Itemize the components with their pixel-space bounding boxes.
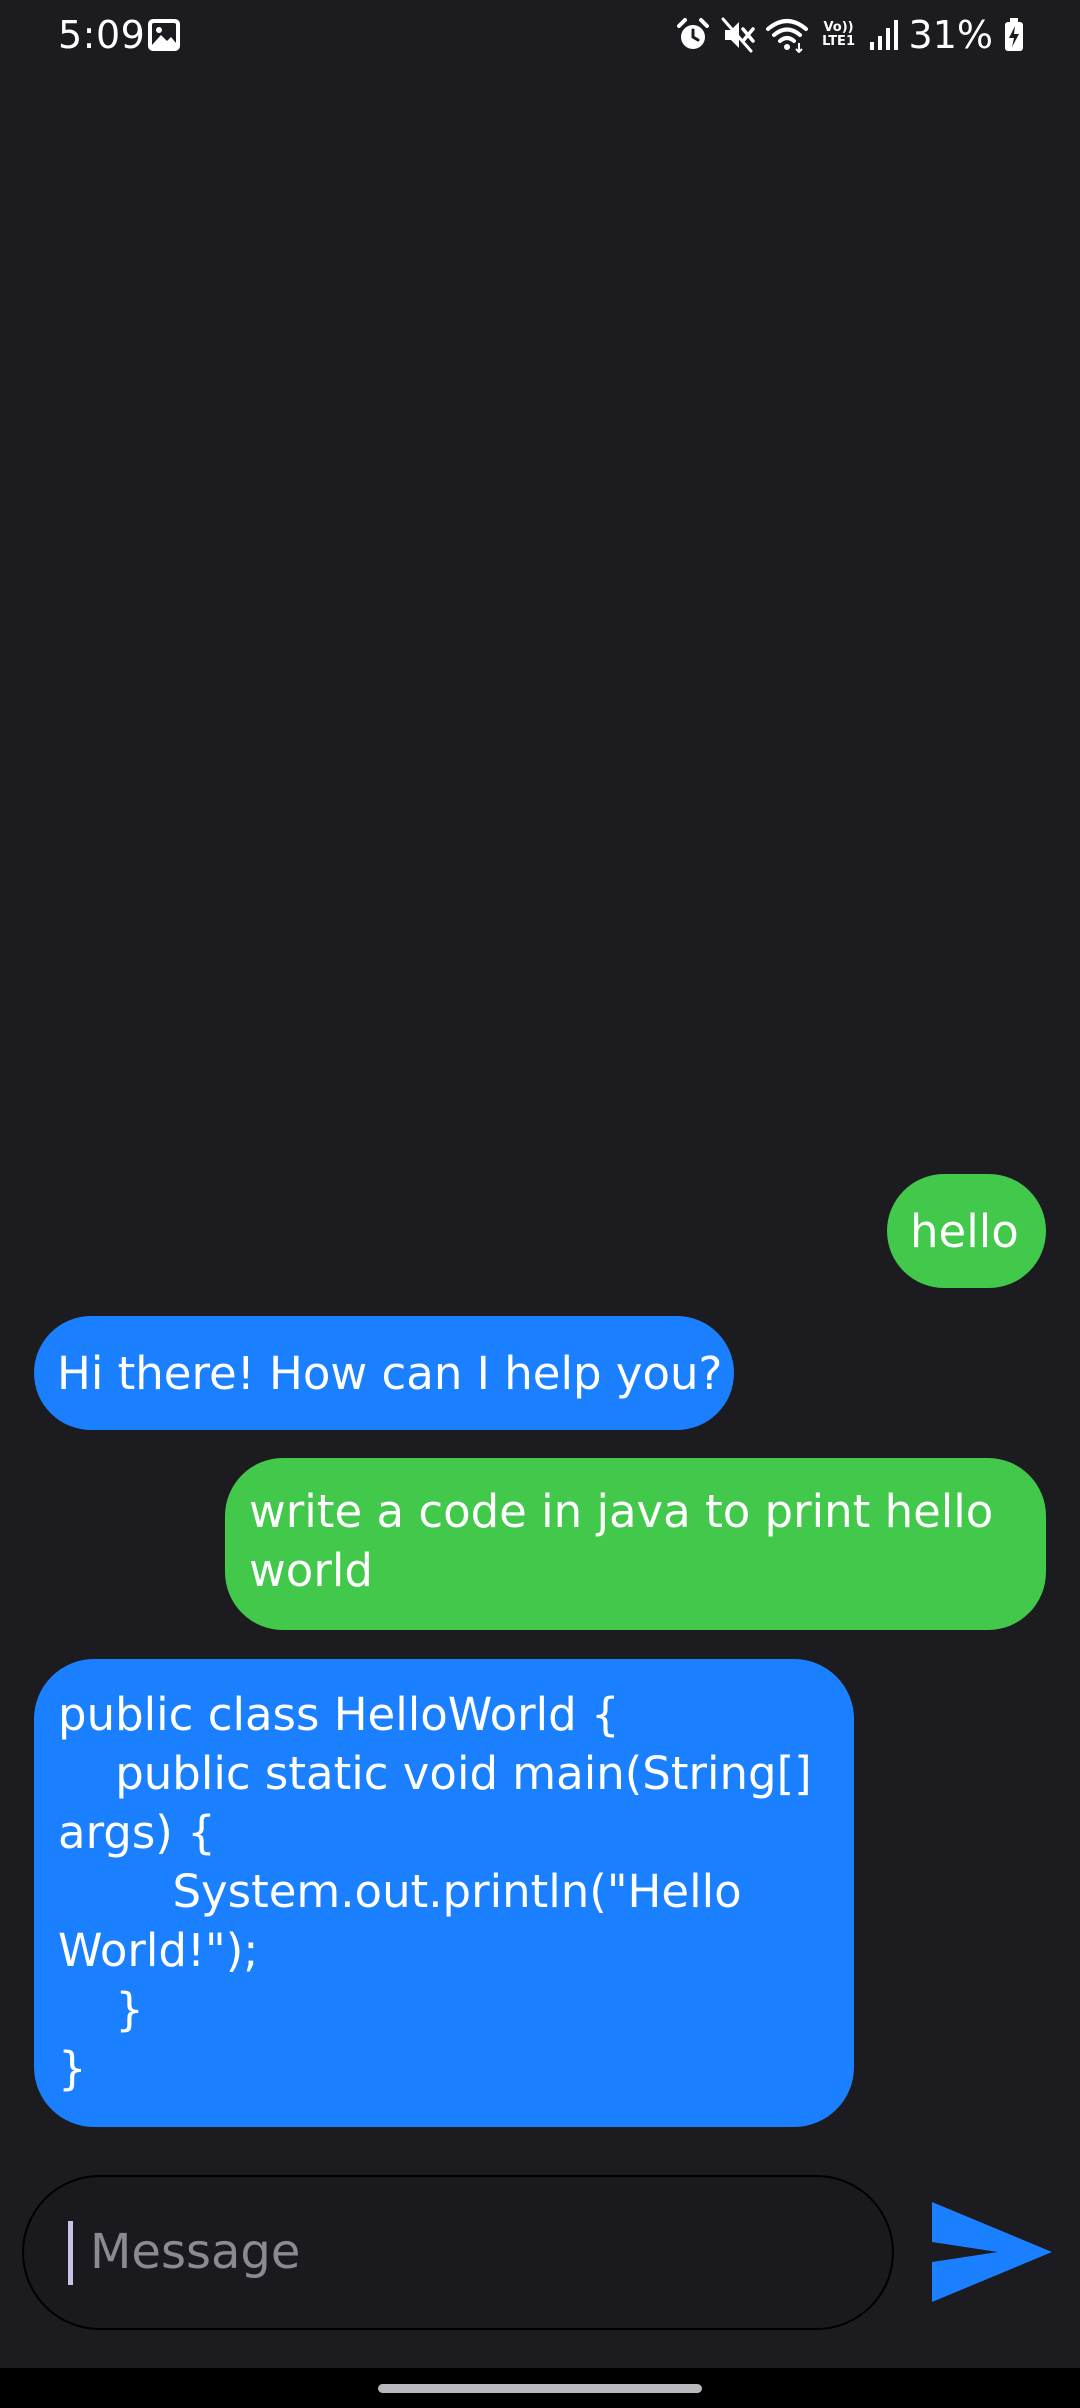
status-icons: Vo)) LTE1 31% — [675, 12, 1025, 58]
status-bar: 5:09 Vo)) LTE1 31% — [0, 0, 1080, 70]
text-cursor — [68, 2221, 73, 2285]
status-time: 5:09 — [58, 13, 146, 57]
mute-icon — [721, 17, 755, 53]
message-bubble-user: hello — [887, 1174, 1046, 1288]
message-input[interactable] — [68, 2215, 870, 2289]
message-bubble-bot: public class HelloWorld { public static … — [34, 1659, 854, 2127]
volte-label: Vo)) — [823, 20, 854, 35]
signal-icon — [869, 20, 898, 50]
home-indicator[interactable] — [378, 2384, 702, 2393]
navigation-bar — [0, 2368, 1080, 2408]
network-type: Vo)) LTE1 — [819, 21, 859, 49]
send-button[interactable] — [928, 2198, 1056, 2306]
battery-percentage: 31% — [908, 13, 993, 57]
chat-screen: 5:09 Vo)) LTE1 31% hello Hi there! How c… — [0, 0, 1080, 2408]
gallery-icon — [148, 19, 180, 51]
message-bubble-user: write a code in java to print hello worl… — [225, 1458, 1046, 1630]
message-composer — [22, 2175, 894, 2330]
send-icon — [932, 2202, 1052, 2302]
battery-charging-icon — [1005, 18, 1023, 51]
alarm-icon — [676, 18, 709, 49]
message-bubble-bot: Hi there! How can I help you? — [34, 1316, 734, 1430]
lte-label: LTE1 — [822, 34, 855, 49]
wifi-icon — [765, 19, 808, 53]
